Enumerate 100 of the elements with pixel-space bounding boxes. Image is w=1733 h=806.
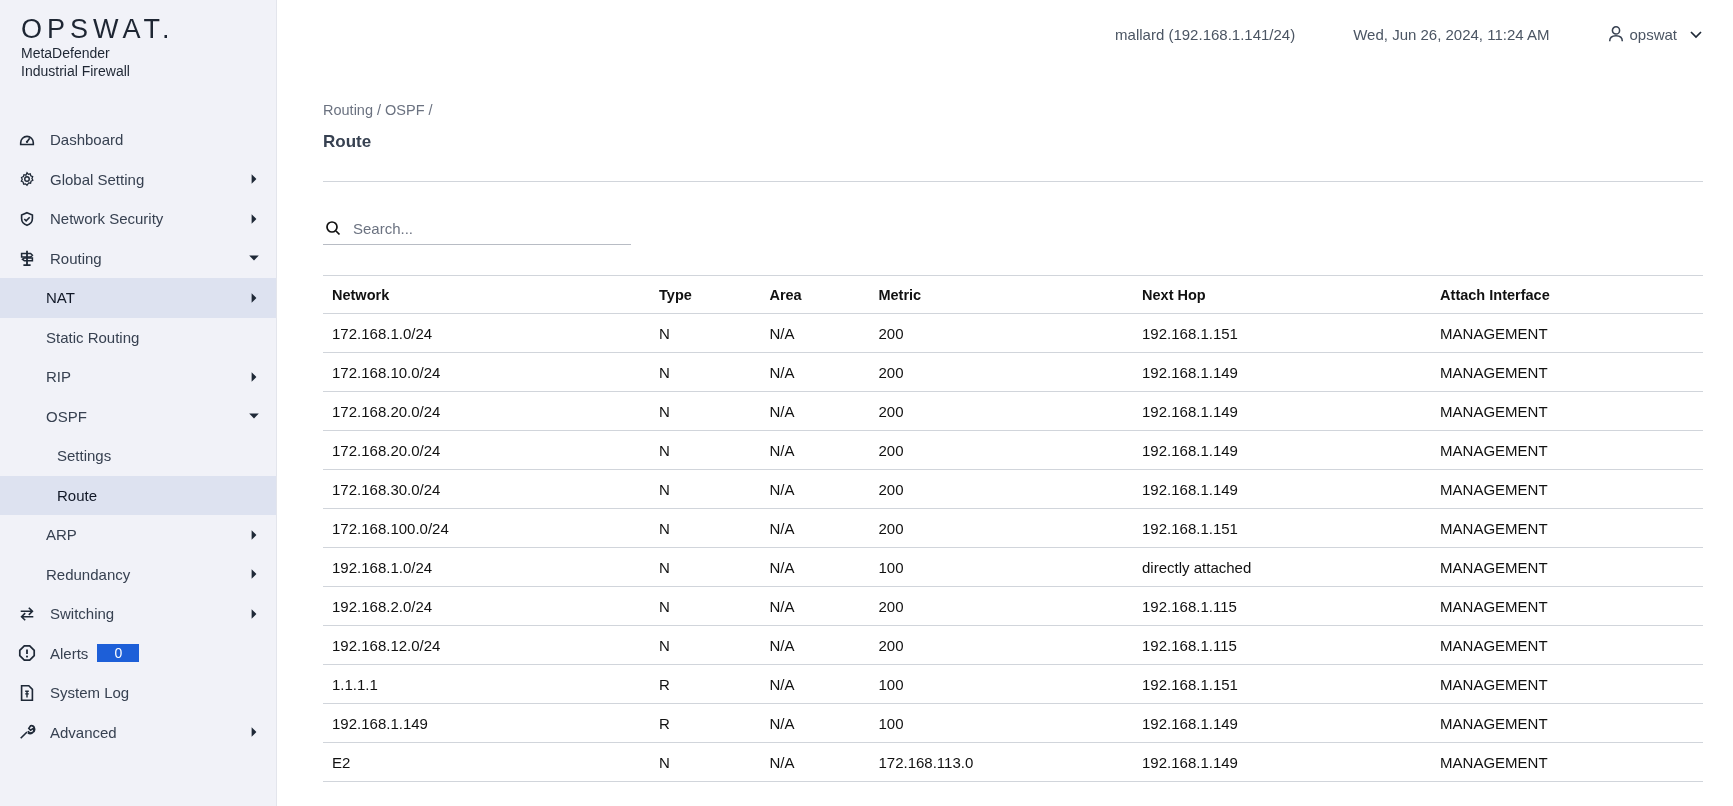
page-title: Route — [323, 132, 373, 152]
document-icon — [18, 683, 36, 702]
table-cell: 172.168.20.0/24 — [323, 430, 651, 470]
menu-item[interactable]: Route — [0, 475, 276, 515]
table-cell: 172.168.1.0/24 — [323, 313, 651, 353]
table-cell: E2 — [323, 742, 651, 782]
menu-item[interactable]: OSPF — [0, 396, 276, 436]
column-header: Area — [760, 275, 870, 314]
table-cell: N/A — [760, 352, 870, 392]
table-cell: N — [650, 742, 761, 782]
user-icon — [1607, 25, 1626, 43]
menu-item[interactable]: Dashboard — [0, 120, 276, 160]
table-cell: 200 — [869, 469, 1134, 509]
table-cell: 192.168.1.149 — [1133, 742, 1432, 782]
table-cell: 192.168.1.149 — [1133, 469, 1432, 509]
table-cell: 100 — [869, 703, 1134, 743]
table-cell: MANAGEMENT — [1431, 352, 1703, 392]
table-cell: N/A — [760, 625, 870, 665]
table-cell: directly attached — [1133, 547, 1432, 587]
table-cell: N/A — [760, 586, 870, 626]
table-cell: 192.168.1.115 — [1133, 586, 1432, 626]
menu-item[interactable]: RIP — [0, 357, 276, 397]
column-header: Type — [650, 275, 761, 314]
menu-item[interactable]: Network Security — [0, 199, 276, 239]
table-cell: N/A — [760, 508, 870, 548]
date-time: Wed, Jun 26, 2024, 11:24 AM — [1353, 25, 1550, 43]
table-cell: N — [650, 469, 761, 509]
table-cell: N/A — [760, 664, 870, 704]
table-cell: N/A — [760, 391, 870, 431]
table-cell: 100 — [869, 547, 1134, 587]
product-name: Industrial Firewall — [21, 62, 130, 80]
column-header: Next Hop — [1133, 275, 1432, 314]
table-cell: N — [650, 313, 761, 353]
user-menu[interactable]: opswat — [1629, 25, 1677, 43]
search-field[interactable]: Search... — [351, 218, 631, 238]
settings-icon — [18, 170, 36, 189]
table-cell: N/A — [760, 430, 870, 470]
menu-item[interactable]: Settings — [0, 436, 276, 476]
menu-item[interactable]: Redundancy — [0, 554, 276, 594]
column-header: Metric — [869, 275, 1134, 314]
table-cell: 192.168.1.149 — [323, 703, 651, 743]
table-cell: N — [650, 391, 761, 431]
menu-item[interactable]: Routing — [0, 238, 276, 278]
table-cell: N — [650, 352, 761, 392]
table-cell: 172.168.10.0/24 — [323, 352, 651, 392]
brand-logo: OPSWAT. — [21, 14, 175, 44]
table-cell: 200 — [869, 430, 1134, 470]
table-cell: N/A — [760, 703, 870, 743]
menu-item[interactable]: Global Setting — [0, 159, 276, 199]
table-cell: N — [650, 508, 761, 548]
table-cell: 192.168.1.149 — [1133, 352, 1432, 392]
table-cell: 192.168.2.0/24 — [323, 586, 651, 626]
table-cell: N/A — [760, 547, 870, 587]
table-cell: MANAGEMENT — [1431, 742, 1703, 782]
menu-item[interactable]: Static Routing — [0, 317, 276, 357]
signpost-icon — [18, 249, 36, 268]
swap-arrows-icon — [18, 604, 36, 623]
product-name: MetaDefender — [21, 44, 110, 62]
table-cell: 200 — [869, 391, 1134, 431]
shield-icon — [18, 209, 36, 228]
table-cell: 172.168.113.0 — [869, 742, 1134, 782]
table-cell: 192.168.1.0/24 — [323, 547, 651, 587]
table-cell: 192.168.1.151 — [1133, 664, 1432, 704]
table-cell: N — [650, 430, 761, 470]
table-cell: 172.168.20.0/24 — [323, 391, 651, 431]
table-cell: MANAGEMENT — [1431, 586, 1703, 626]
table-cell: 172.168.30.0/24 — [323, 469, 651, 509]
column-header: Network — [323, 275, 651, 314]
table-cell: 192.168.1.149 — [1133, 391, 1432, 431]
table-cell: 200 — [869, 508, 1134, 548]
table-cell: MANAGEMENT — [1431, 625, 1703, 665]
table-cell: 200 — [869, 625, 1134, 665]
column-header: Attach Interface — [1431, 275, 1703, 314]
menu-item[interactable]: System Log — [0, 673, 276, 713]
table-cell: MANAGEMENT — [1431, 547, 1703, 587]
breadcrumb: Routing / OSPF / — [323, 102, 434, 118]
menu-item[interactable]: Alerts 0 — [0, 633, 276, 673]
table-cell: R — [650, 664, 761, 704]
table-cell: 192.168.1.149 — [1133, 703, 1432, 743]
table-cell: 200 — [869, 313, 1134, 353]
menu-item[interactable]: NAT — [0, 278, 276, 318]
table-cell: MANAGEMENT — [1431, 703, 1703, 743]
count-badge: 0 — [97, 644, 140, 663]
table-cell: 192.168.1.151 — [1133, 313, 1432, 353]
search-icon — [325, 220, 341, 236]
menu-item[interactable]: Advanced — [0, 712, 276, 752]
menu-item[interactable]: Switching — [0, 594, 276, 634]
table-cell: 172.168.100.0/24 — [323, 508, 651, 548]
table-cell: 192.168.1.151 — [1133, 508, 1432, 548]
alert-icon — [18, 644, 36, 663]
menu-item[interactable]: ARP — [0, 515, 276, 555]
table-cell: 192.168.12.0/24 — [323, 625, 651, 665]
table-cell: MANAGEMENT — [1431, 469, 1703, 509]
table-cell: 100 — [869, 664, 1134, 704]
table-cell: 1.1.1.1 — [323, 664, 651, 704]
table-cell: MANAGEMENT — [1431, 391, 1703, 431]
table-cell: MANAGEMENT — [1431, 664, 1703, 704]
table-cell: MANAGEMENT — [1431, 430, 1703, 470]
table-cell: N — [650, 547, 761, 587]
table-cell: N — [650, 586, 761, 626]
